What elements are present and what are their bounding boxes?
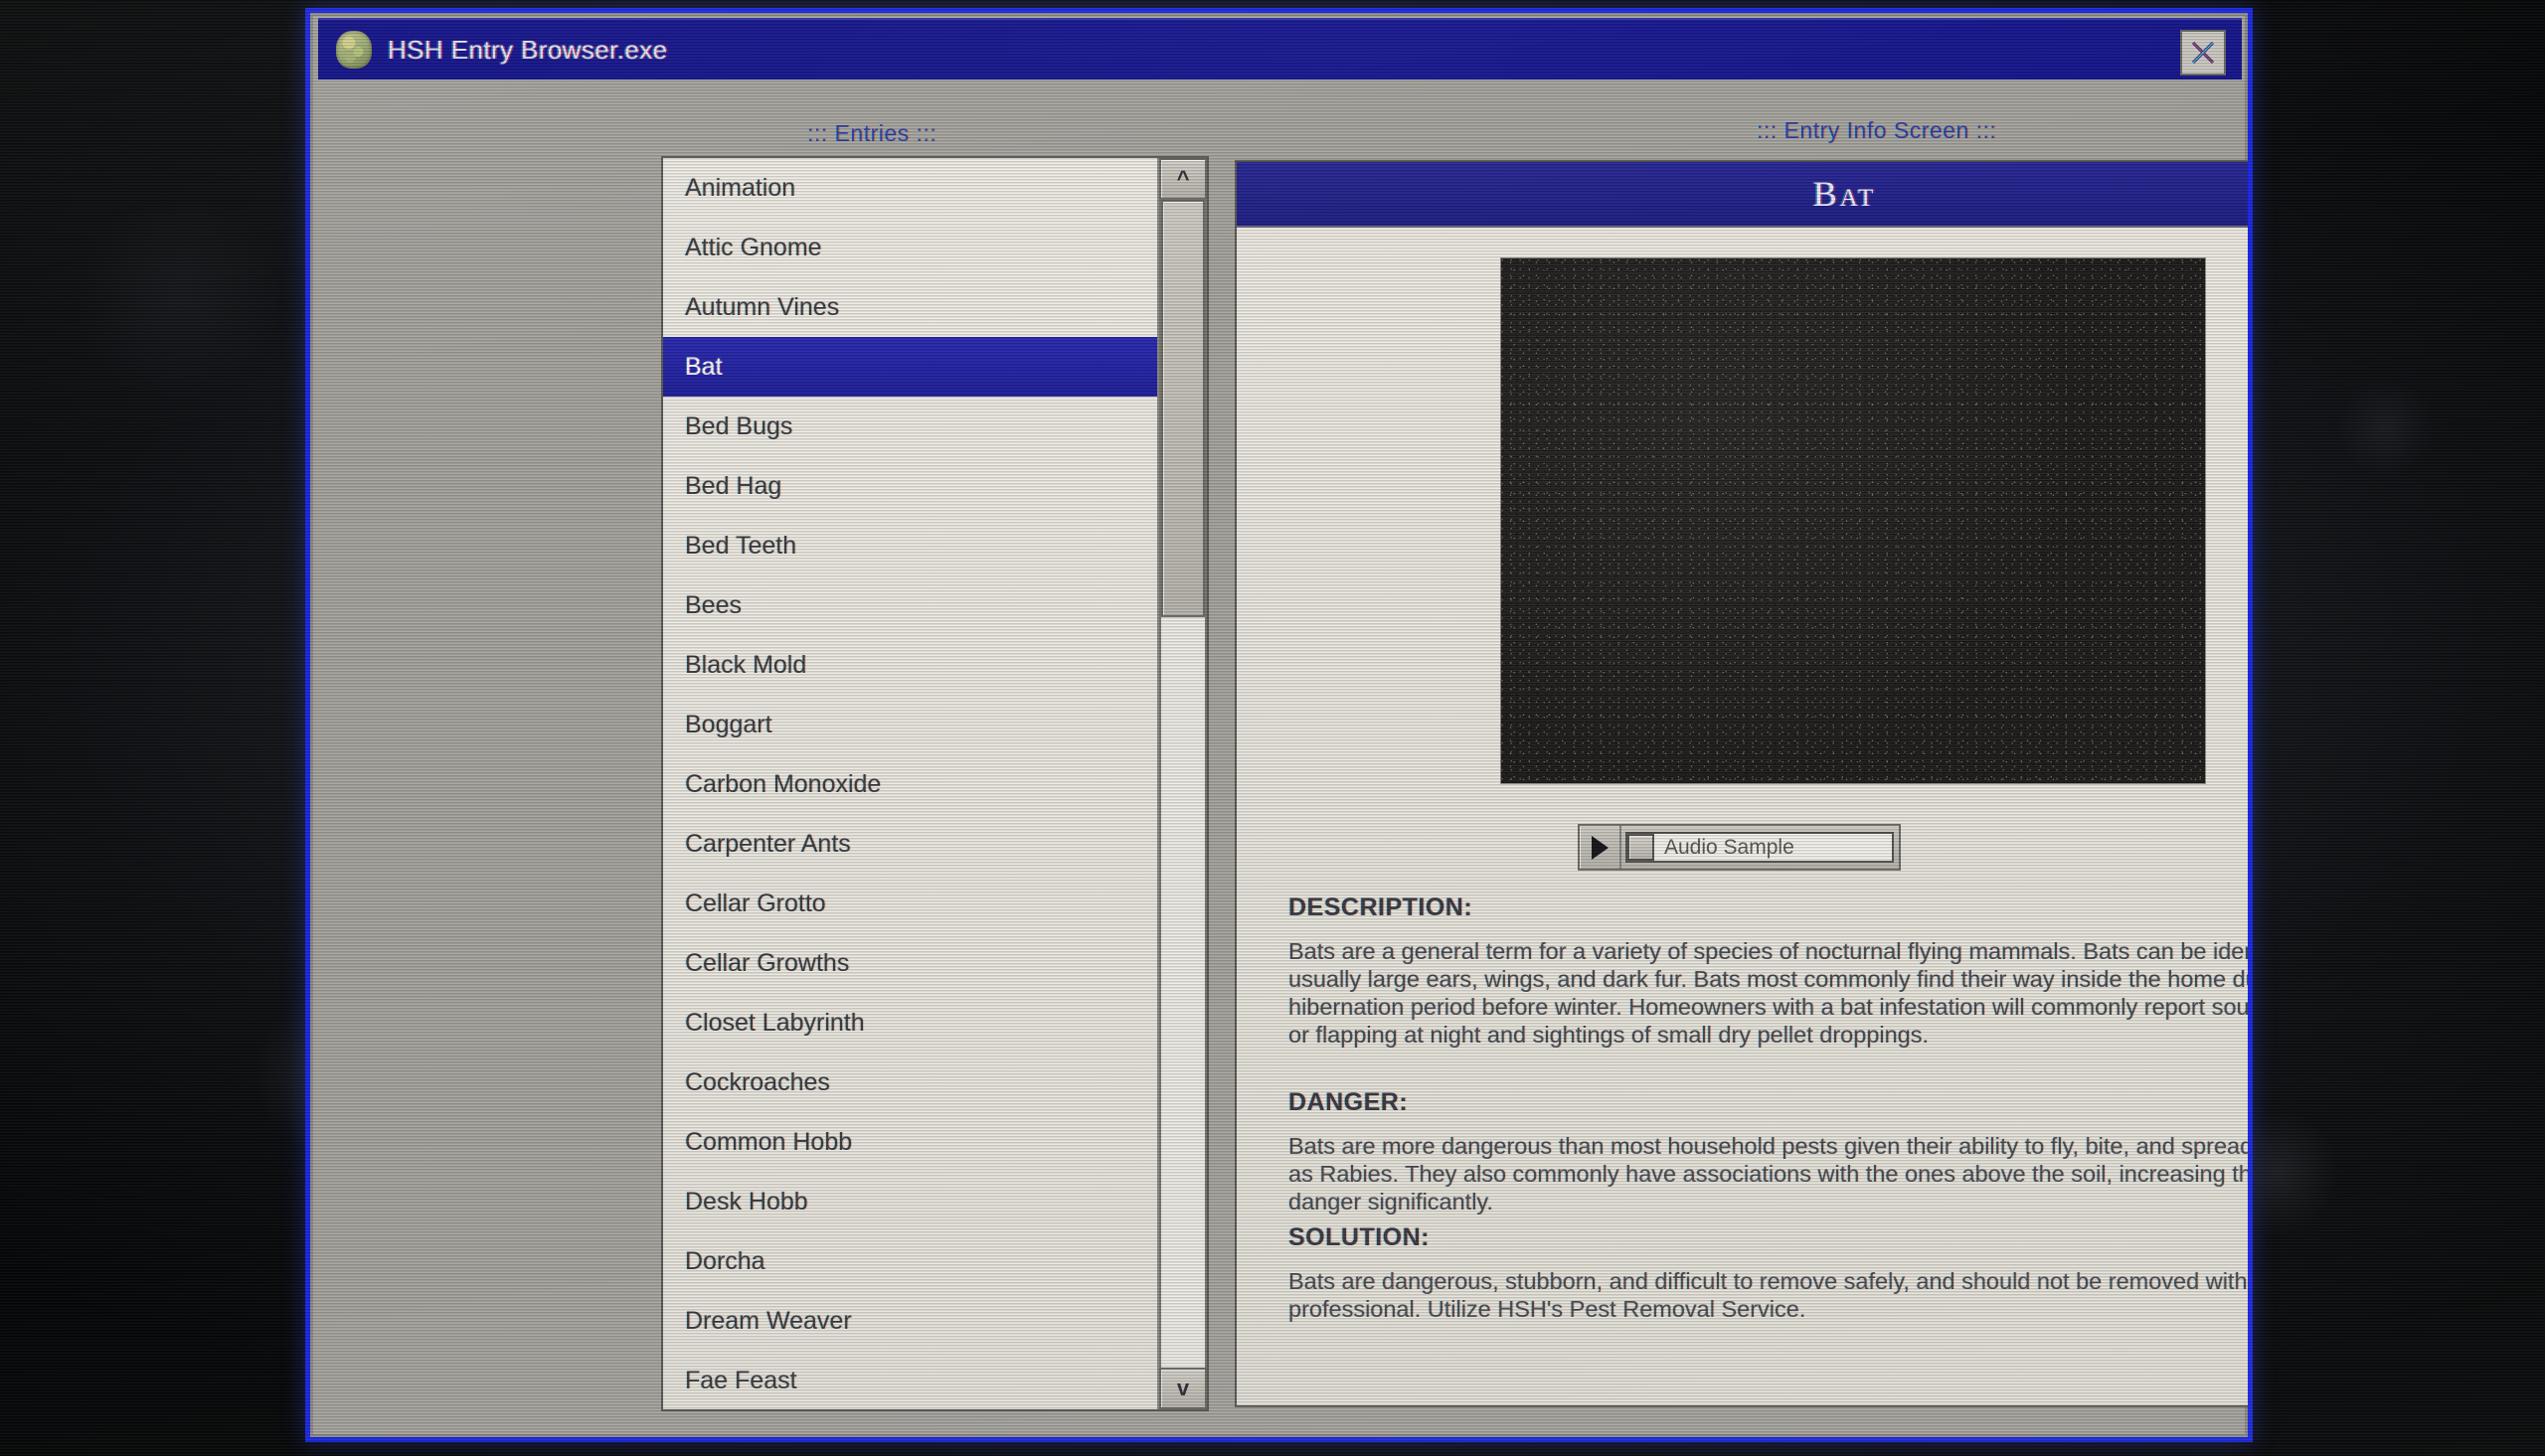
close-x-icon [2191,41,2215,65]
entry-list-item[interactable]: Dream Weaver [663,1291,1159,1351]
brain-icon [336,31,372,69]
entry-list-item[interactable]: Desk Hobb [663,1172,1159,1231]
audio-slider-handle[interactable] [1627,834,1654,861]
description-body: Bats are a general term for a variety of… [1288,938,2250,1048]
scroll-down-button[interactable]: v [1159,1368,1207,1409]
entry-list-item[interactable]: Dorcha [663,1231,1159,1291]
entry-list-item[interactable]: Attic Gnome [663,218,1159,277]
entry-list-item[interactable]: Bed Hag [663,456,1159,516]
entries-list[interactable]: Animation Attic Gnome Autumn Vines Bat Bed B… [663,158,1159,1409]
entry-list-item[interactable]: Carbon Monoxide [663,754,1159,814]
entry-list-item[interactable]: Black Mold [663,635,1159,695]
window-title: HSH Entry Browser.exe [388,34,668,65]
entry-list-item[interactable]: Bed Bugs [663,397,1159,456]
entry-list-item[interactable]: Fae Feast [663,1351,1159,1409]
entry-list-item[interactable]: Closet Labyrinth [663,993,1159,1052]
entry-list-item[interactable]: Bed Teeth [663,516,1159,575]
close-button[interactable] [2180,30,2226,76]
entry-list-item[interactable]: Bat [663,337,1159,397]
entries-scrollbar-track[interactable] [1159,200,1207,1368]
entries-scrollbar[interactable]: ^ v [1157,158,1207,1409]
entry-list-item[interactable]: Bees [663,575,1159,635]
entries-scrollbar-thumb[interactable] [1161,200,1205,617]
description-heading: DESCRIPTION: [1288,893,1473,921]
entry-list-item[interactable]: Cellar Grotto [663,874,1159,933]
audio-player[interactable]: Audio Sample [1578,824,1901,871]
entry-title: Bat [1812,174,1877,214]
entry-list-item[interactable]: Boggart [663,695,1159,754]
entry-info-panel: Bat Audio Sample DESCRIPTION: Bats are a… [1235,160,2253,1407]
entry-photo [1500,257,2206,784]
entries-panel-header: ::: Entries ::: [807,120,937,146]
entry-list-item[interactable]: Autumn Vines [663,277,1159,337]
entry-list-item[interactable]: Cockroaches [663,1052,1159,1112]
audio-sample-label: Audio Sample [1664,835,1794,859]
application-window: HSH Entry Browser.exe ::: Entries ::: ::… [305,8,2253,1442]
solution-heading: SOLUTION: [1288,1223,1430,1251]
solution-body: Bats are dangerous, stubborn, and diffic… [1288,1268,2248,1322]
entry-list-item[interactable]: Animation [663,158,1159,218]
play-triangle-icon [1592,835,1609,860]
entry-title-banner: Bat [1237,162,2248,228]
entry-list-item[interactable]: Cellar Growths [663,933,1159,993]
audio-progress-track[interactable]: Audio Sample [1625,832,1894,863]
play-button[interactable] [1580,826,1621,869]
info-panel-header: ::: Entry Info Screen ::: [1757,117,1997,143]
danger-body: Bats are more dangerous than most househ… [1288,1133,2253,1214]
entry-list-item[interactable]: Carpenter Ants [663,814,1159,874]
entries-list-panel: Animation Attic Gnome Autumn Vines Bat Bed B… [661,156,1209,1411]
entry-list-item[interactable]: Common Hobb [663,1112,1159,1172]
entry-info-body: Audio Sample DESCRIPTION: Bats are a gen… [1237,228,2253,1405]
danger-heading: DANGER: [1288,1088,1409,1116]
title-bar: HSH Entry Browser.exe [318,18,2242,80]
photo-grain-overlay [1501,258,2205,783]
scroll-up-button[interactable]: ^ [1159,158,1207,200]
